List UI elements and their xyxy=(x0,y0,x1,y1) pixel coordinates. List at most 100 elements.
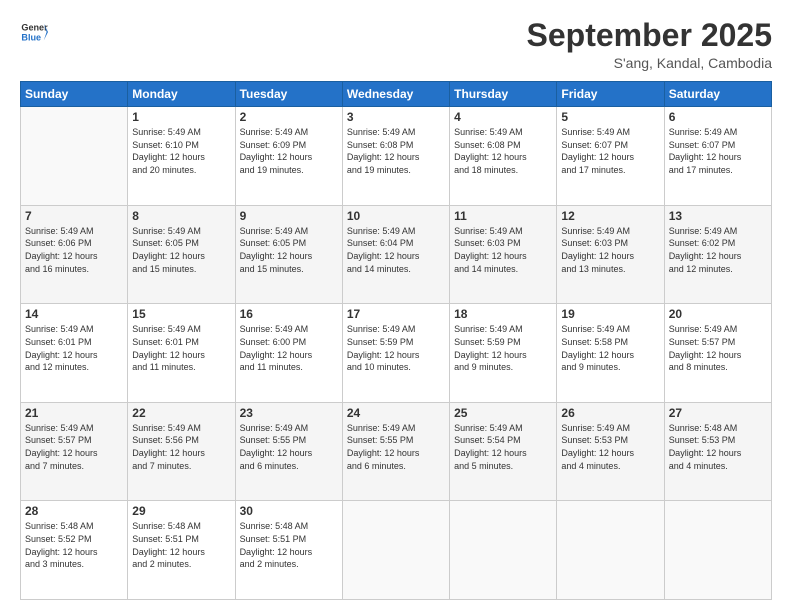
day-info: Sunrise: 5:49 AM Sunset: 5:53 PM Dayligh… xyxy=(561,422,659,472)
table-row: 18 Sunrise: 5:49 AM Sunset: 5:59 PM Dayli… xyxy=(450,304,557,403)
day-info: Sunrise: 5:49 AM Sunset: 6:06 PM Dayligh… xyxy=(25,225,123,275)
table-row: 26 Sunrise: 5:49 AM Sunset: 5:53 PM Dayli… xyxy=(557,402,664,501)
day-info: Sunrise: 5:49 AM Sunset: 5:55 PM Dayligh… xyxy=(240,422,338,472)
svg-text:Blue: Blue xyxy=(21,32,41,42)
table-row: 15 Sunrise: 5:49 AM Sunset: 6:01 PM Dayli… xyxy=(128,304,235,403)
table-row xyxy=(557,501,664,600)
day-info: Sunrise: 5:49 AM Sunset: 6:05 PM Dayligh… xyxy=(240,225,338,275)
col-monday: Monday xyxy=(128,82,235,107)
col-wednesday: Wednesday xyxy=(342,82,449,107)
day-info: Sunrise: 5:49 AM Sunset: 6:09 PM Dayligh… xyxy=(240,126,338,176)
day-number: 30 xyxy=(240,504,338,518)
table-row: 25 Sunrise: 5:49 AM Sunset: 5:54 PM Dayli… xyxy=(450,402,557,501)
table-row: 6Sunrise: 5:49 AM Sunset: 6:07 PM Daylig… xyxy=(664,107,771,206)
day-info: Sunrise: 5:49 AM Sunset: 6:00 PM Dayligh… xyxy=(240,323,338,373)
day-number: 29 xyxy=(132,504,230,518)
table-row: 2 Sunrise: 5:49 AM Sunset: 6:09 PM Daylig… xyxy=(235,107,342,206)
day-info: Sunrise: 5:49 AM Sunset: 6:03 PM Dayligh… xyxy=(561,225,659,275)
logo: General Blue xyxy=(20,18,48,46)
table-row: 4 Sunrise: 5:49 AM Sunset: 6:08 PM Daylig… xyxy=(450,107,557,206)
general-blue-icon: General Blue xyxy=(20,18,48,46)
day-number: 8 xyxy=(132,209,230,223)
day-info: Sunrise: 5:48 AM Sunset: 5:53 PM Dayligh… xyxy=(669,422,767,472)
day-info: Sunrise: 5:49 AM Sunset: 5:59 PM Dayligh… xyxy=(454,323,552,373)
table-row: 28 Sunrise: 5:48 AM Sunset: 5:52 PM Dayli… xyxy=(21,501,128,600)
location: S'ang, Kandal, Cambodia xyxy=(527,55,772,71)
table-row: 5 Sunrise: 5:49 AM Sunset: 6:07 PM Daylig… xyxy=(557,107,664,206)
day-number: 28 xyxy=(25,504,123,518)
day-number: 21 xyxy=(25,406,123,420)
day-number: 2 xyxy=(240,110,338,124)
calendar-header-row: Sunday Monday Tuesday Wednesday Thursday… xyxy=(21,82,772,107)
day-info: Sunrise: 5:49 AM Sunset: 5:57 PM Dayligh… xyxy=(25,422,123,472)
table-row: 19 Sunrise: 5:49 AM Sunset: 5:58 PM Dayli… xyxy=(557,304,664,403)
table-row: 8 Sunrise: 5:49 AM Sunset: 6:05 PM Daylig… xyxy=(128,205,235,304)
table-row: 22 Sunrise: 5:49 AM Sunset: 5:56 PM Dayli… xyxy=(128,402,235,501)
table-row: 17Sunrise: 5:49 AM Sunset: 5:59 PM Dayli… xyxy=(342,304,449,403)
table-row xyxy=(342,501,449,600)
day-info: Sunrise: 5:48 AM Sunset: 5:52 PM Dayligh… xyxy=(25,520,123,570)
calendar-table: Sunday Monday Tuesday Wednesday Thursday… xyxy=(20,81,772,600)
day-number: 27 xyxy=(669,406,767,420)
day-number: 19 xyxy=(561,307,659,321)
day-number: 16 xyxy=(240,307,338,321)
table-row: 10Sunrise: 5:49 AM Sunset: 6:04 PM Dayli… xyxy=(342,205,449,304)
day-info: Sunrise: 5:49 AM Sunset: 5:57 PM Dayligh… xyxy=(669,323,767,373)
table-row: 21 Sunrise: 5:49 AM Sunset: 5:57 PM Dayli… xyxy=(21,402,128,501)
day-number: 3 xyxy=(347,110,445,124)
table-row xyxy=(664,501,771,600)
table-row: 27 Sunrise: 5:48 AM Sunset: 5:53 PM Dayli… xyxy=(664,402,771,501)
day-number: 25 xyxy=(454,406,552,420)
table-row: 29 Sunrise: 5:48 AM Sunset: 5:51 PM Dayli… xyxy=(128,501,235,600)
day-number: 15 xyxy=(132,307,230,321)
day-number: 9 xyxy=(240,209,338,223)
table-row: 20 Sunrise: 5:49 AM Sunset: 5:57 PM Dayli… xyxy=(664,304,771,403)
day-info: Sunrise: 5:49 AM Sunset: 6:01 PM Dayligh… xyxy=(25,323,123,373)
calendar-week-row: 7 Sunrise: 5:49 AM Sunset: 6:06 PM Daylig… xyxy=(21,205,772,304)
table-row: 13Sunrise: 5:49 AM Sunset: 6:02 PM Dayli… xyxy=(664,205,771,304)
day-number: 22 xyxy=(132,406,230,420)
day-info: Sunrise: 5:49 AM Sunset: 5:56 PM Dayligh… xyxy=(132,422,230,472)
col-friday: Friday xyxy=(557,82,664,107)
day-info: Sunrise: 5:49 AM Sunset: 6:07 PM Dayligh… xyxy=(561,126,659,176)
day-number: 1 xyxy=(132,110,230,124)
calendar-week-row: 21 Sunrise: 5:49 AM Sunset: 5:57 PM Dayli… xyxy=(21,402,772,501)
day-number: 20 xyxy=(669,307,767,321)
day-info: Sunrise: 5:48 AM Sunset: 5:51 PM Dayligh… xyxy=(132,520,230,570)
table-row: 3 Sunrise: 5:49 AM Sunset: 6:08 PM Daylig… xyxy=(342,107,449,206)
table-row: 1 Sunrise: 5:49 AM Sunset: 6:10 PM Daylig… xyxy=(128,107,235,206)
table-row: 7 Sunrise: 5:49 AM Sunset: 6:06 PM Daylig… xyxy=(21,205,128,304)
calendar-week-row: 28 Sunrise: 5:48 AM Sunset: 5:52 PM Dayli… xyxy=(21,501,772,600)
day-info: Sunrise: 5:49 AM Sunset: 6:03 PM Dayligh… xyxy=(454,225,552,275)
table-row xyxy=(21,107,128,206)
day-number: 18 xyxy=(454,307,552,321)
table-row: 24Sunrise: 5:49 AM Sunset: 5:55 PM Dayli… xyxy=(342,402,449,501)
col-tuesday: Tuesday xyxy=(235,82,342,107)
day-number: 5 xyxy=(561,110,659,124)
table-row xyxy=(450,501,557,600)
day-info: Sunrise: 5:49 AM Sunset: 6:10 PM Dayligh… xyxy=(132,126,230,176)
day-info: Sunrise: 5:49 AM Sunset: 6:07 PM Dayligh… xyxy=(669,126,767,176)
day-number: 26 xyxy=(561,406,659,420)
table-row: 16 Sunrise: 5:49 AM Sunset: 6:00 PM Dayli… xyxy=(235,304,342,403)
day-number: 14 xyxy=(25,307,123,321)
day-info: Sunrise: 5:49 AM Sunset: 6:01 PM Dayligh… xyxy=(132,323,230,373)
day-info: Sunrise: 5:48 AM Sunset: 5:51 PM Dayligh… xyxy=(240,520,338,570)
day-number: 10 xyxy=(347,209,445,223)
col-sunday: Sunday xyxy=(21,82,128,107)
day-number: 12 xyxy=(561,209,659,223)
day-number: 23 xyxy=(240,406,338,420)
day-info: Sunrise: 5:49 AM Sunset: 5:58 PM Dayligh… xyxy=(561,323,659,373)
day-info: Sunrise: 5:49 AM Sunset: 6:05 PM Dayligh… xyxy=(132,225,230,275)
title-area: September 2025 S'ang, Kandal, Cambodia xyxy=(527,18,772,71)
day-info: Sunrise: 5:49 AM Sunset: 6:02 PM Dayligh… xyxy=(669,225,767,275)
day-number: 7 xyxy=(25,209,123,223)
table-row: 14 Sunrise: 5:49 AM Sunset: 6:01 PM Dayli… xyxy=(21,304,128,403)
table-row: 12 Sunrise: 5:49 AM Sunset: 6:03 PM Dayli… xyxy=(557,205,664,304)
day-info: Sunrise: 5:49 AM Sunset: 6:08 PM Dayligh… xyxy=(454,126,552,176)
day-info: Sunrise: 5:49 AM Sunset: 6:08 PM Dayligh… xyxy=(347,126,445,176)
page: General Blue September 2025 S'ang, Kanda… xyxy=(0,0,792,612)
day-number: 4 xyxy=(454,110,552,124)
day-info: Sunrise: 5:49 AM Sunset: 5:54 PM Dayligh… xyxy=(454,422,552,472)
day-number: 24 xyxy=(347,406,445,420)
